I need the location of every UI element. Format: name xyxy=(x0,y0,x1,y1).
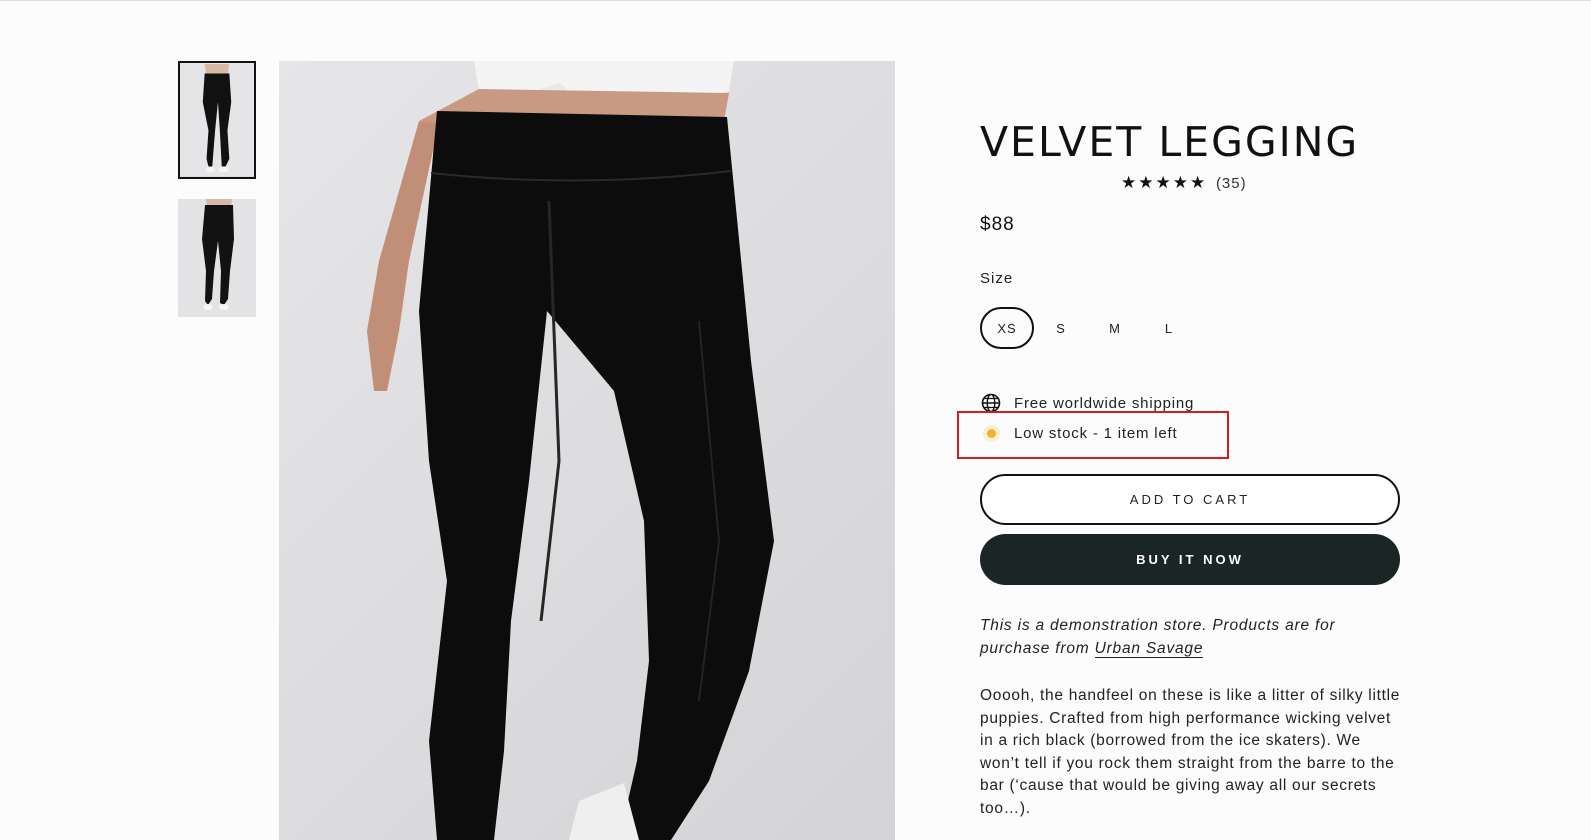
product-title: VELVET LEGGING xyxy=(980,118,1360,166)
legging-thumbnail-image xyxy=(178,199,256,317)
demo-store-note: This is a demonstration store. Products … xyxy=(980,614,1400,660)
size-option-l[interactable]: L xyxy=(1142,307,1196,349)
legging-photo xyxy=(367,61,774,840)
rating-count: (35) xyxy=(1215,175,1247,192)
size-option-s[interactable]: S xyxy=(1034,307,1088,349)
product-rating[interactable]: ★★★★★ (35) xyxy=(1121,173,1247,193)
size-label: Size xyxy=(980,270,1014,287)
product-price: $88 xyxy=(980,214,1015,235)
size-option-m[interactable]: M xyxy=(1088,307,1142,349)
product-main-image xyxy=(279,61,895,840)
header-divider xyxy=(0,0,1591,1)
urban-savage-link[interactable]: Urban Savage xyxy=(1094,640,1204,658)
rating-stars: ★★★★★ xyxy=(1121,173,1208,192)
thumbnail-angle[interactable] xyxy=(178,199,256,317)
thumbnail-list xyxy=(178,61,258,337)
add-to-cart-button[interactable]: ADD TO CART xyxy=(980,474,1400,525)
legging-thumbnail-image xyxy=(180,64,254,176)
size-selector: XS S M L xyxy=(980,307,1196,349)
shipping-text: Free worldwide shipping xyxy=(1014,394,1195,412)
stock-highlight-box xyxy=(957,411,1229,459)
size-option-xs[interactable]: XS xyxy=(980,307,1034,349)
buy-now-button[interactable]: BUY IT NOW xyxy=(980,534,1400,585)
thumbnail-front[interactable] xyxy=(178,61,256,179)
product-description: Ooooh, the handfeel on these is like a l… xyxy=(980,687,1401,817)
